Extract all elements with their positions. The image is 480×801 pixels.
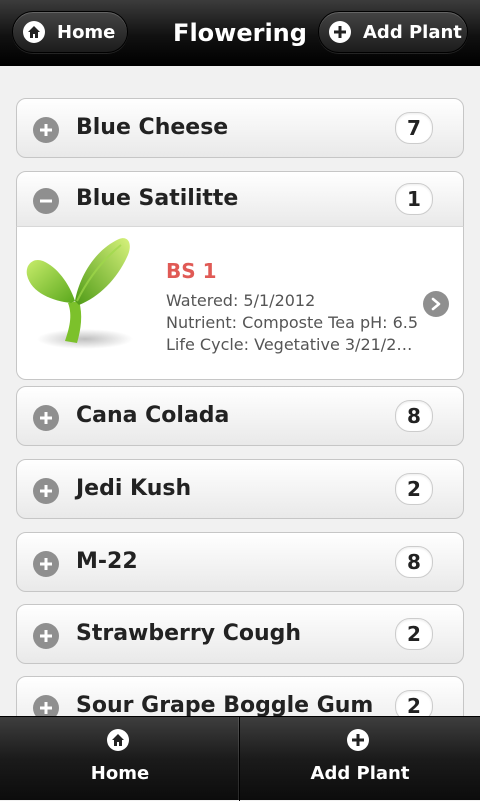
footer-add-plant-button[interactable]: Add Plant xyxy=(240,717,480,801)
footer-home-button[interactable]: Home xyxy=(0,717,240,801)
strain-row-blue-cheese[interactable]: Blue Cheese 7 xyxy=(16,98,464,158)
plus-circle-icon xyxy=(33,551,59,577)
strain-list[interactable]: Blue Cheese 7 Blue Satilitte 1 BS 1 Wate… xyxy=(0,66,480,716)
count-value: 7 xyxy=(395,112,433,144)
footer-navbar: Home Add Plant xyxy=(0,716,480,801)
home-icon xyxy=(107,729,129,751)
strain-name: Jedi Kush xyxy=(76,476,192,501)
plus-circle-icon xyxy=(33,478,59,504)
count-badge: 2 xyxy=(395,460,433,518)
count-badge: 2 xyxy=(395,605,433,663)
count-value: 8 xyxy=(395,546,433,578)
count-value: 2 xyxy=(395,618,433,650)
strain-row-m-22[interactable]: M-22 8 xyxy=(16,532,464,592)
page-title: Flowering xyxy=(173,19,307,47)
strain-row-sour-grape-boggle-gum[interactable]: Sour Grape Boggle Gum 2 xyxy=(16,676,464,716)
sprout-image xyxy=(26,238,133,349)
plant-name: BS 1 xyxy=(166,259,217,283)
strain-name: Strawberry Cough xyxy=(76,621,302,646)
plus-circle-icon xyxy=(33,623,59,649)
plant-nutrient: Nutrient: Composte Tea pH: 6.5 xyxy=(166,313,419,332)
home-button-label: Home xyxy=(57,21,116,43)
count-badge: 2 xyxy=(395,677,433,716)
add-plant-button[interactable]: Add Plant xyxy=(318,11,468,53)
count-badge: 8 xyxy=(395,533,433,591)
count-badge: 8 xyxy=(395,387,433,445)
plus-icon xyxy=(347,729,369,751)
chevron-right-icon[interactable] xyxy=(423,291,449,317)
plus-circle-icon xyxy=(33,117,59,143)
header-bar: Home Flowering Add Plant xyxy=(0,0,480,66)
strain-row-jedi-kush[interactable]: Jedi Kush 2 xyxy=(16,459,464,519)
strain-row-cana-colada[interactable]: Cana Colada 8 xyxy=(16,386,464,446)
footer-add-plant-label: Add Plant xyxy=(310,763,410,784)
strain-row-blue-satilitte[interactable]: Blue Satilitte 1 xyxy=(16,171,464,227)
plus-circle-icon xyxy=(33,695,59,716)
plant-item-bs-1[interactable]: BS 1 Watered: 5/1/2012 Nutrient: Compost… xyxy=(16,226,464,380)
strain-name: M-22 xyxy=(76,549,138,574)
count-badge: 7 xyxy=(395,99,433,157)
plus-circle-icon xyxy=(33,405,59,431)
plant-watered: Watered: 5/1/2012 xyxy=(166,291,316,310)
strain-name: Cana Colada xyxy=(76,403,230,428)
count-badge: 1 xyxy=(395,170,433,228)
strain-row-strawberry-cough[interactable]: Strawberry Cough 2 xyxy=(16,604,464,664)
add-plant-button-label: Add Plant xyxy=(363,21,462,43)
count-value: 2 xyxy=(395,690,433,716)
count-value: 8 xyxy=(395,400,433,432)
plus-icon xyxy=(329,21,351,43)
strain-name: Sour Grape Boggle Gum xyxy=(76,693,374,716)
home-button[interactable]: Home xyxy=(12,11,128,53)
strain-name: Blue Cheese xyxy=(76,115,229,140)
minus-circle-icon xyxy=(33,188,59,214)
count-value: 2 xyxy=(395,473,433,505)
footer-home-label: Home xyxy=(90,763,150,784)
home-icon xyxy=(23,21,45,43)
strain-name: Blue Satilitte xyxy=(76,186,239,211)
count-value: 1 xyxy=(395,183,433,215)
plant-life-cycle: Life Cycle: Vegetative 3/21/2012 xyxy=(166,335,421,354)
